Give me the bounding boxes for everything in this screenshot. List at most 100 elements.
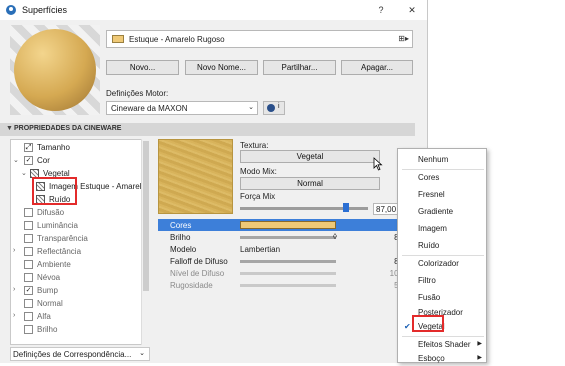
channel-difusao[interactable]: Difusão xyxy=(11,206,141,219)
material-name-field[interactable]: Estuque - Amarelo Rugoso ⊞▸ xyxy=(106,30,413,48)
help-button[interactable]: ? xyxy=(373,3,389,17)
prop-name: Brilho xyxy=(170,233,191,242)
channel-label: Normal xyxy=(37,299,63,308)
channel-nevoa[interactable]: Névoa xyxy=(11,271,141,284)
channel-label: Reflectância xyxy=(37,247,82,256)
channel-bump[interactable]: › ✓ Bump xyxy=(11,284,141,297)
new-button[interactable]: Novo... xyxy=(106,60,179,75)
prop-value: Lambertian xyxy=(240,245,281,254)
menu-item-gradiente[interactable]: Gradiente xyxy=(398,205,488,219)
checkbox[interactable] xyxy=(24,260,33,269)
menu-item-efeitos-shader[interactable]: Efeitos Shader ▶ xyxy=(398,338,488,352)
close-button[interactable]: ✕ xyxy=(404,3,420,17)
channel-label: Névoa xyxy=(37,273,61,282)
mapping-settings-label: Definições de Correspondência... xyxy=(13,350,132,359)
color-swatch[interactable] xyxy=(240,221,336,229)
prop-name: Cores xyxy=(170,221,192,230)
collapsed-arrow-icon: › xyxy=(13,247,16,254)
channel-ambiente[interactable]: Ambiente xyxy=(11,258,141,271)
checkbox[interactable] xyxy=(24,312,33,321)
delete-button[interactable]: Apagar... xyxy=(341,60,413,75)
scrollbar-thumb[interactable] xyxy=(143,141,149,291)
material-preview xyxy=(10,25,100,115)
cineware-section-header[interactable]: ▼ PROPRIEDADES DA CINEWARE xyxy=(0,123,415,136)
channel-luminancia[interactable]: Luminância xyxy=(11,219,141,232)
collapse-triangle-icon: ▼ xyxy=(6,125,13,132)
prop-row-rugosidade: Rugosidade 50 xyxy=(158,279,427,291)
texture-button[interactable]: Vegetal xyxy=(240,150,380,163)
checkbox[interactable] xyxy=(24,221,33,230)
menu-item-ruido[interactable]: Ruído xyxy=(398,239,488,253)
cineware-icon xyxy=(267,104,275,112)
window-title: Superfícies xyxy=(22,5,68,15)
checkbox[interactable]: ✓ xyxy=(24,286,33,295)
prop-row-brilho[interactable]: Brilho ◊ 86 xyxy=(158,231,427,243)
channel-normal[interactable]: Normal xyxy=(11,297,141,310)
prop-row-nivel-difuso: Nível de Difuso 100 xyxy=(158,267,427,279)
menu-item-filtro[interactable]: Filtro xyxy=(398,274,488,288)
menu-item-label: Filtro xyxy=(418,276,436,285)
checkbox[interactable] xyxy=(24,208,33,217)
menu-item-fresnel[interactable]: Fresnel xyxy=(398,188,488,202)
engine-select[interactable]: Cineware da MAXON ⌄ xyxy=(106,101,258,115)
menu-separator xyxy=(402,255,484,256)
checkmark-icon: ✔ xyxy=(404,322,411,331)
chevron-down-icon: ⌄ xyxy=(139,350,145,357)
menu-item-label: Fresnel xyxy=(418,190,445,199)
menu-item-label: Esboço xyxy=(418,354,445,363)
channel-transparencia[interactable]: Transparência xyxy=(11,232,141,245)
material-menu-icon[interactable]: ⊞▸ xyxy=(398,34,409,43)
prop-name: Rugosidade xyxy=(170,281,213,290)
app-icon xyxy=(6,5,16,15)
resize-icon: ⤢ xyxy=(24,143,33,152)
prop-name: Nível de Difuso xyxy=(170,269,225,278)
channel-label: Luminância xyxy=(37,221,78,230)
checkbox[interactable] xyxy=(24,299,33,308)
channel-reflectancia[interactable]: › Reflectância xyxy=(11,245,141,258)
mouse-cursor-icon xyxy=(373,157,383,171)
channel-label: Ambiente xyxy=(37,260,71,269)
slider-handle-icon[interactable]: ◊ xyxy=(333,232,337,241)
diffuse-level-slider xyxy=(240,272,336,275)
mix-mode-button[interactable]: Normal xyxy=(240,177,380,190)
menu-item-cores[interactable]: Cores xyxy=(398,171,488,185)
share-button[interactable]: Partilhar... xyxy=(263,60,336,75)
prop-row-modelo[interactable]: Modelo Lambertian xyxy=(158,243,427,255)
mix-strength-thumb[interactable] xyxy=(343,203,349,212)
expanded-arrow-icon: ⌄ xyxy=(21,170,27,177)
prop-row-falloff[interactable]: Falloff de Difuso 81 xyxy=(158,255,427,267)
menu-item-fusao[interactable]: Fusão xyxy=(398,291,488,305)
checkbox[interactable] xyxy=(24,247,33,256)
menu-item-esboco[interactable]: Esboço ▶ xyxy=(398,352,488,366)
mapping-settings-dropdown[interactable]: Definições de Correspondência... ⌄ xyxy=(10,347,150,361)
prop-row-cores[interactable]: Cores xyxy=(158,219,427,231)
channel-brilho[interactable]: Brilho xyxy=(11,323,141,336)
checkbox[interactable] xyxy=(24,234,33,243)
checkbox[interactable]: ✓ xyxy=(24,156,33,165)
menu-item-label: Ruído xyxy=(418,241,440,250)
menu-item-imagem[interactable]: Imagem xyxy=(398,222,488,236)
brilho-slider[interactable] xyxy=(240,236,336,239)
new-name-button[interactable]: Novo Nome... xyxy=(185,60,258,75)
surfaces-dialog: Superfícies ? ✕ Estuque - Amarelo Rugoso… xyxy=(0,0,428,363)
channel-tamanho[interactable]: ⤢ Tamanho xyxy=(11,141,141,154)
falloff-slider[interactable] xyxy=(240,260,336,263)
channel-label: Tamanho xyxy=(37,143,70,152)
menu-item-label: Colorizador xyxy=(418,259,459,268)
channel-alfa[interactable]: › Alfa xyxy=(11,310,141,323)
channel-cor[interactable]: ⌄ ✓ Cor xyxy=(11,154,141,167)
menu-separator xyxy=(402,169,484,170)
shader-properties: Cores Brilho ◊ 86 Modelo Lambertian Fall… xyxy=(158,219,427,294)
menu-item-nenhum[interactable]: Nenhum xyxy=(398,153,488,167)
channel-label: Bump xyxy=(37,286,58,295)
info-label: i xyxy=(278,103,280,110)
menu-item-colorizador[interactable]: Colorizador xyxy=(398,257,488,271)
engine-settings-button[interactable]: i xyxy=(263,101,285,115)
checkbox[interactable] xyxy=(24,325,33,334)
channel-list-scrollbar[interactable] xyxy=(141,139,150,345)
channel-label: Brilho xyxy=(37,325,58,334)
section-title: PROPRIEDADES DA CINEWARE xyxy=(14,125,122,132)
mix-mode-label: Modo Mix: xyxy=(240,167,277,176)
title-bar: Superfícies ? ✕ xyxy=(0,0,427,20)
checkbox[interactable] xyxy=(24,273,33,282)
